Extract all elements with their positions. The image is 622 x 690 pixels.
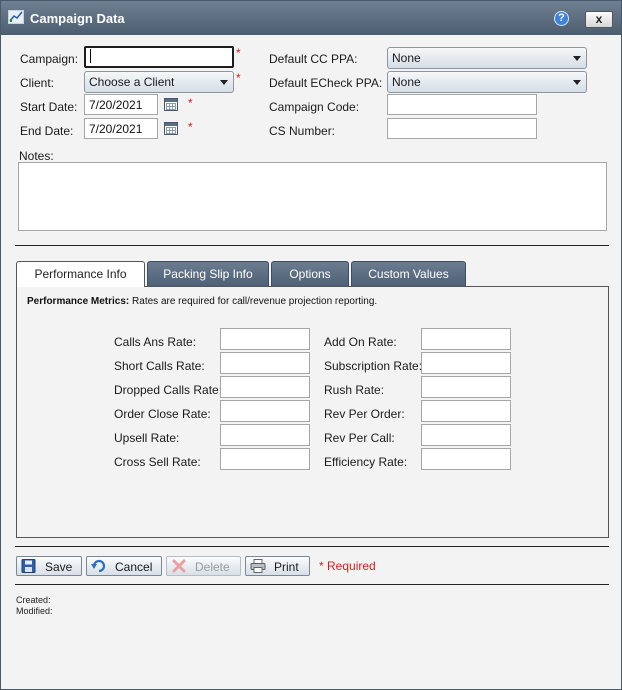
help-icon[interactable]: ? xyxy=(554,11,569,26)
tab-custom-values[interactable]: Custom Values xyxy=(351,261,466,286)
divider xyxy=(15,546,609,547)
print-button[interactable]: Print xyxy=(245,556,310,576)
notes-textarea[interactable] xyxy=(18,162,607,231)
add-on-rate-label: Add On Rate: xyxy=(324,335,397,349)
client-label: Client: xyxy=(20,76,55,90)
calls-ans-rate-label: Calls Ans Rate: xyxy=(114,335,197,349)
chevron-down-icon xyxy=(573,56,581,61)
dropped-calls-rate-label: Dropped Calls Rate: xyxy=(114,383,223,397)
rev-per-call-label: Rev Per Call: xyxy=(324,431,395,445)
rush-rate-input[interactable] xyxy=(421,376,511,398)
created-label: Created: xyxy=(16,595,51,605)
chevron-down-icon xyxy=(573,80,581,85)
efficiency-rate-label: Efficiency Rate: xyxy=(324,455,408,469)
efficiency-rate-input[interactable] xyxy=(421,448,511,470)
cs-number-label: CS Number: xyxy=(269,124,336,138)
upsell-rate-input[interactable] xyxy=(220,424,310,446)
end-date-required-marker: * xyxy=(188,120,193,134)
start-date-required-marker: * xyxy=(188,96,193,110)
rev-per-call-input[interactable] xyxy=(421,424,511,446)
campaign-required-marker: * xyxy=(236,46,241,60)
title-bar: Campaign Data ? x xyxy=(1,1,621,35)
default-echeck-ppa-label: Default ECheck PPA: xyxy=(269,76,383,90)
cross-sell-rate-input[interactable] xyxy=(220,448,310,470)
cancel-button-label: Cancel xyxy=(115,560,153,574)
campaign-label: Campaign: xyxy=(20,52,79,66)
end-date-input[interactable] xyxy=(84,118,158,139)
campaign-data-window: Campaign Data ? x Campaign: * Client: Ch… xyxy=(0,0,622,690)
performance-info-panel xyxy=(16,286,609,538)
calendar-icon[interactable] xyxy=(164,98,178,111)
default-echeck-ppa-value: None xyxy=(392,75,421,89)
default-echeck-ppa-select[interactable]: None xyxy=(387,71,587,93)
upsell-rate-label: Upsell Rate: xyxy=(114,431,180,445)
rush-rate-label: Rush Rate: xyxy=(324,383,385,397)
window-title: Campaign Data xyxy=(30,11,125,26)
default-cc-ppa-label: Default CC PPA: xyxy=(269,52,358,66)
close-button[interactable]: x xyxy=(585,11,613,28)
calendar-icon[interactable] xyxy=(164,122,178,135)
text-caret xyxy=(90,49,91,63)
client-select-value: Choose a Client xyxy=(89,75,175,89)
short-calls-rate-label: Short Calls Rate: xyxy=(114,359,205,373)
floppy-disk-icon xyxy=(21,559,36,573)
order-close-rate-label: Order Close Rate: xyxy=(114,407,211,421)
chevron-down-icon xyxy=(220,80,228,85)
client-required-marker: * xyxy=(236,71,241,85)
tab-performance-info[interactable]: Performance Info xyxy=(16,261,145,287)
start-date-label: Start Date: xyxy=(20,100,78,114)
delete-button[interactable]: Delete xyxy=(166,556,241,576)
performance-metrics-heading: Performance Metrics: Rates are required … xyxy=(27,296,377,307)
tab-options[interactable]: Options xyxy=(271,261,349,286)
subscription-rate-label: Subscription Rate: xyxy=(324,359,423,373)
default-cc-ppa-value: None xyxy=(392,51,421,65)
printer-icon xyxy=(250,559,266,573)
cs-number-input[interactable] xyxy=(387,118,537,139)
undo-icon xyxy=(91,559,106,573)
save-button-label: Save xyxy=(45,560,73,574)
campaign-input[interactable] xyxy=(84,46,234,68)
notes-label: Notes: xyxy=(19,149,54,163)
save-button[interactable]: Save xyxy=(16,556,82,576)
short-calls-rate-input[interactable] xyxy=(220,352,310,374)
delete-x-icon xyxy=(172,559,186,573)
add-on-rate-input[interactable] xyxy=(421,328,511,350)
performance-metrics-note: Rates are required for call/revenue proj… xyxy=(132,296,378,307)
divider xyxy=(15,245,609,246)
performance-metrics-title: Performance Metrics: xyxy=(27,296,130,307)
delete-button-label: Delete xyxy=(195,560,230,574)
divider xyxy=(15,584,609,585)
calls-ans-rate-input[interactable] xyxy=(220,328,310,350)
required-note: * Required xyxy=(319,559,376,573)
rev-per-order-input[interactable] xyxy=(421,400,511,422)
order-close-rate-input[interactable] xyxy=(220,400,310,422)
modified-label: Modified: xyxy=(16,606,53,616)
start-date-input[interactable] xyxy=(84,94,158,115)
dropped-calls-rate-input[interactable] xyxy=(220,376,310,398)
client-select[interactable]: Choose a Client xyxy=(84,71,234,93)
end-date-label: End Date: xyxy=(20,124,74,138)
tab-packing-slip-info[interactable]: Packing Slip Info xyxy=(147,261,269,286)
cross-sell-rate-label: Cross Sell Rate: xyxy=(114,455,201,469)
subscription-rate-input[interactable] xyxy=(421,352,511,374)
rev-per-order-label: Rev Per Order: xyxy=(324,407,405,421)
chart-icon xyxy=(8,10,24,24)
campaign-code-label: Campaign Code: xyxy=(269,100,360,114)
print-button-label: Print xyxy=(274,560,299,574)
cancel-button[interactable]: Cancel xyxy=(86,556,162,576)
default-cc-ppa-select[interactable]: None xyxy=(387,47,587,69)
campaign-code-input[interactable] xyxy=(387,94,537,115)
